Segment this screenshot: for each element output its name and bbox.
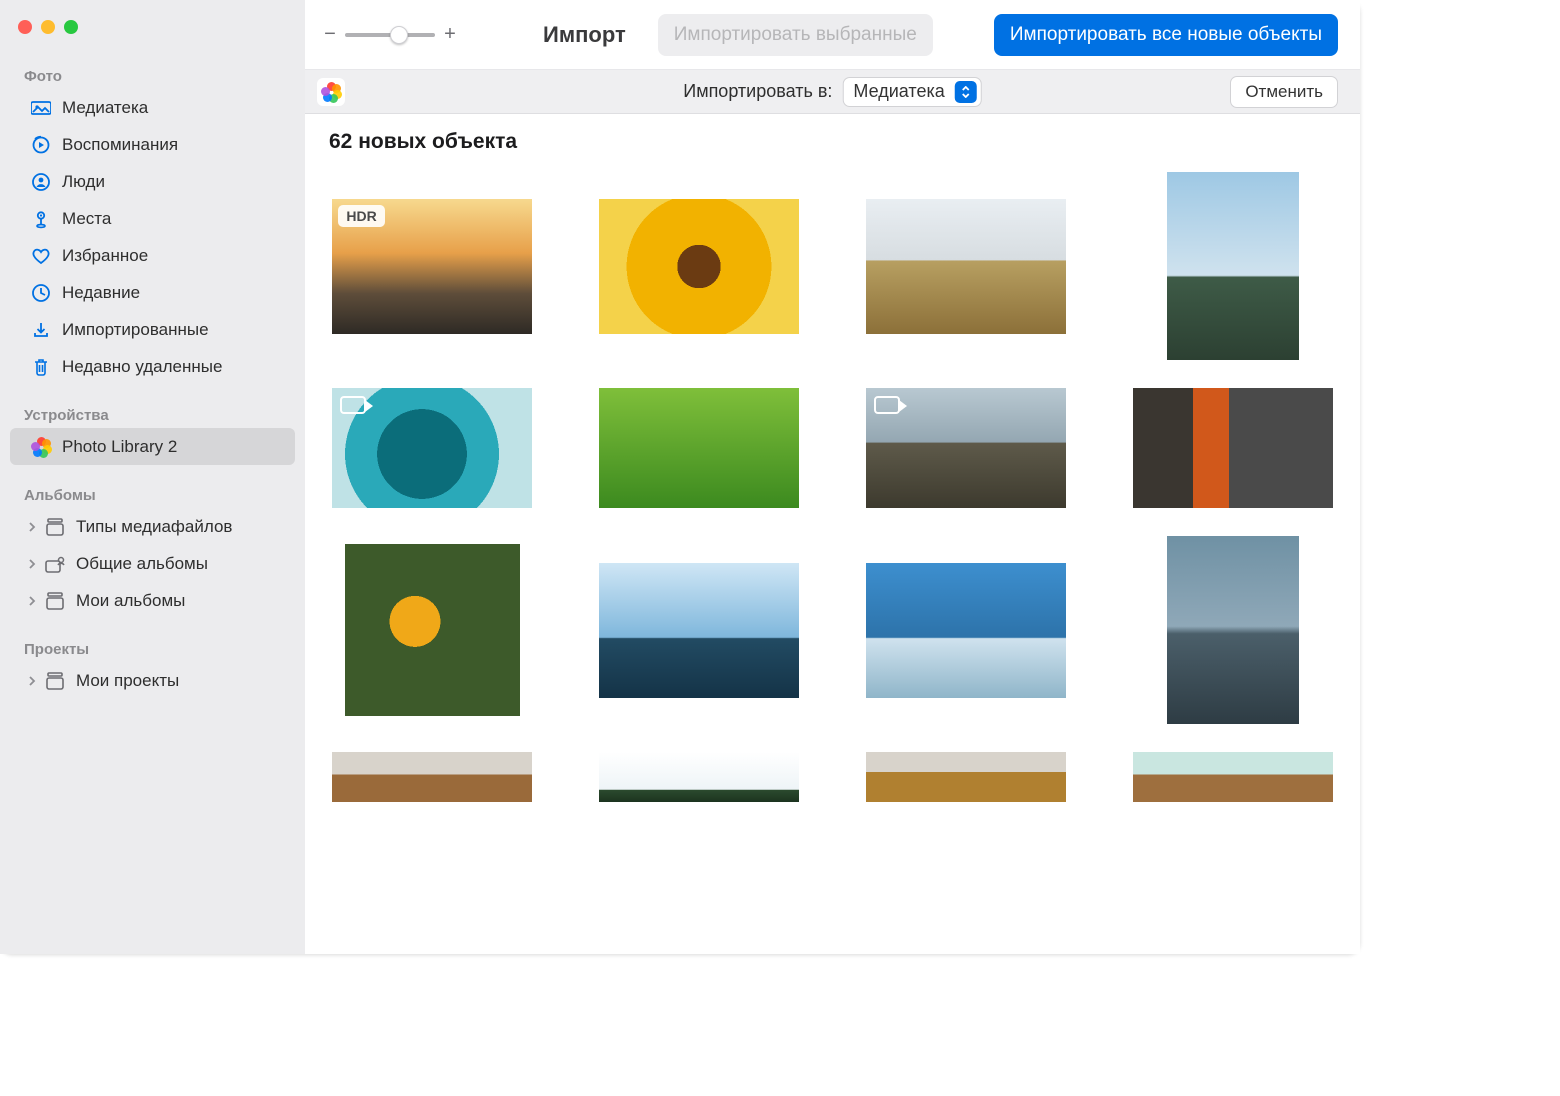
import-to-label: Импортировать в: [683, 81, 832, 102]
hdr-badge: HDR [338, 205, 384, 227]
sidebar-section-albums: Альбомы [0, 479, 305, 508]
zoom-out-button[interactable]: − [323, 23, 337, 46]
sidebar-item-my-albums[interactable]: Мои альбомы [10, 582, 295, 619]
sidebar-item-places[interactable]: Места [10, 200, 295, 237]
sidebar-item-label: Типы медиафайлов [76, 517, 232, 537]
photo-thumbnail[interactable] [1133, 752, 1333, 802]
zoom-in-button[interactable]: + [443, 23, 457, 46]
cancel-button[interactable]: Отменить [1230, 76, 1338, 108]
minimize-window-button[interactable] [41, 20, 55, 34]
content-area: 62 новых объекта HDR [305, 114, 1360, 954]
photo-thumbnail[interactable] [866, 752, 1066, 802]
video-icon [874, 396, 900, 414]
photo-thumbnail[interactable] [1167, 536, 1299, 724]
heart-icon [28, 247, 54, 265]
shared-album-icon [42, 555, 68, 573]
photo-thumbnail[interactable] [866, 563, 1066, 698]
sidebar-item-label: Избранное [62, 246, 148, 266]
library-icon [28, 100, 54, 116]
video-icon [340, 396, 366, 414]
import-destination-value: Медиатека [853, 81, 944, 102]
maximize-window-button[interactable] [64, 20, 78, 34]
album-stack-icon [42, 592, 68, 610]
sidebar-item-media-types[interactable]: Типы медиафайлов [10, 508, 295, 545]
sidebar-item-favorites[interactable]: Избранное [10, 237, 295, 274]
sidebar-item-label: Медиатека [62, 98, 148, 118]
photo-thumbnail[interactable] [345, 544, 520, 716]
sidebar-item-label: Мои альбомы [76, 591, 185, 611]
import-destination-select[interactable]: Медиатека [842, 77, 981, 107]
chevron-right-icon [24, 676, 40, 686]
zoom-slider[interactable] [345, 33, 435, 37]
album-stack-icon [42, 672, 68, 690]
close-window-button[interactable] [18, 20, 32, 34]
sidebar-item-people[interactable]: Люди [10, 163, 295, 200]
photo-thumbnail[interactable] [599, 199, 799, 334]
sidebar-item-library[interactable]: Медиатека [10, 89, 295, 126]
photos-app-icon [317, 78, 345, 106]
sidebar-item-label: Photo Library 2 [62, 437, 177, 457]
sidebar: Фото Медиатека Воспоминания Люди [0, 0, 305, 954]
sidebar-item-label: Воспоминания [62, 135, 178, 155]
clock-icon [28, 283, 54, 303]
zoom-control: − + [323, 23, 457, 46]
people-icon [28, 172, 54, 192]
sidebar-item-label: Недавние [62, 283, 140, 303]
photo-thumbnail[interactable] [1167, 172, 1299, 360]
photo-thumbnail[interactable]: HDR [332, 199, 532, 334]
chevron-right-icon [24, 559, 40, 569]
video-thumbnail[interactable] [332, 388, 532, 508]
import-subbar: Импортировать в: Медиатека Отменить [305, 70, 1360, 114]
sidebar-item-label: Общие альбомы [76, 554, 208, 574]
sidebar-item-device[interactable]: Photo Library 2 [10, 428, 295, 465]
photo-thumbnail[interactable] [866, 199, 1066, 334]
places-icon [28, 209, 54, 229]
sidebar-item-label: Недавно удаленные [62, 357, 222, 377]
photo-thumbnail[interactable] [599, 752, 799, 802]
page-title: Импорт [543, 22, 626, 48]
sidebar-section-projects: Проекты [0, 633, 305, 662]
video-thumbnail[interactable] [866, 388, 1066, 508]
photo-thumbnail[interactable] [332, 752, 532, 802]
thumbnail-grid: HDR [329, 172, 1336, 802]
window-controls [0, 14, 305, 60]
sidebar-item-label: Импортированные [62, 320, 209, 340]
sidebar-item-recent[interactable]: Недавние [10, 274, 295, 311]
photo-thumbnail[interactable] [599, 388, 799, 508]
sidebar-item-my-projects[interactable]: Мои проекты [10, 662, 295, 699]
sidebar-item-imports[interactable]: Импортированные [10, 311, 295, 348]
sidebar-item-label: Мои проекты [76, 671, 179, 691]
main-area: − + Импорт Импортировать выбранные Импор… [305, 0, 1360, 954]
toolbar: − + Импорт Импортировать выбранные Импор… [305, 0, 1360, 70]
import-all-button[interactable]: Импортировать все новые объекты [994, 14, 1338, 56]
sidebar-item-label: Люди [62, 172, 105, 192]
sidebar-item-memories[interactable]: Воспоминания [10, 126, 295, 163]
new-items-heading: 62 новых объекта [329, 130, 1336, 154]
photo-thumbnail[interactable] [599, 563, 799, 698]
sidebar-item-shared-albums[interactable]: Общие альбомы [10, 545, 295, 582]
memories-icon [28, 135, 54, 155]
album-stack-icon [42, 518, 68, 536]
photo-thumbnail[interactable] [1133, 388, 1333, 508]
sidebar-section-photos: Фото [0, 60, 305, 89]
trash-icon [28, 357, 54, 377]
photos-app-icon [28, 437, 54, 457]
download-icon [28, 320, 54, 340]
chevron-right-icon [24, 596, 40, 606]
import-selected-button[interactable]: Импортировать выбранные [658, 14, 933, 56]
chevron-right-icon [24, 522, 40, 532]
sidebar-section-devices: Устройства [0, 399, 305, 428]
sidebar-item-trash[interactable]: Недавно удаленные [10, 348, 295, 385]
dropdown-caret-icon [955, 81, 977, 103]
sidebar-item-label: Места [62, 209, 111, 229]
